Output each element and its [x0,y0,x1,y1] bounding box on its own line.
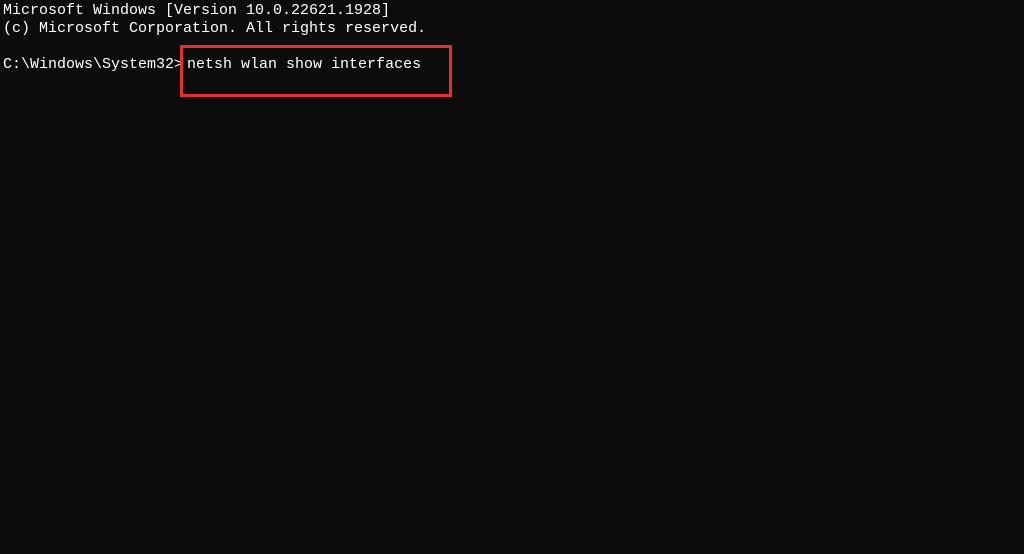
banner-line-copyright: (c) Microsoft Corporation. All rights re… [3,20,1021,38]
command-input[interactable]: netsh wlan show interfaces [187,56,421,73]
prompt-line[interactable]: C:\Windows\System32> netsh wlan show int… [3,56,1021,97]
command-highlight-box: netsh wlan show interfaces [180,45,452,97]
command-prompt: C:\Windows\System32> [3,56,183,97]
banner-line-version: Microsoft Windows [Version 10.0.22621.19… [3,2,1021,20]
